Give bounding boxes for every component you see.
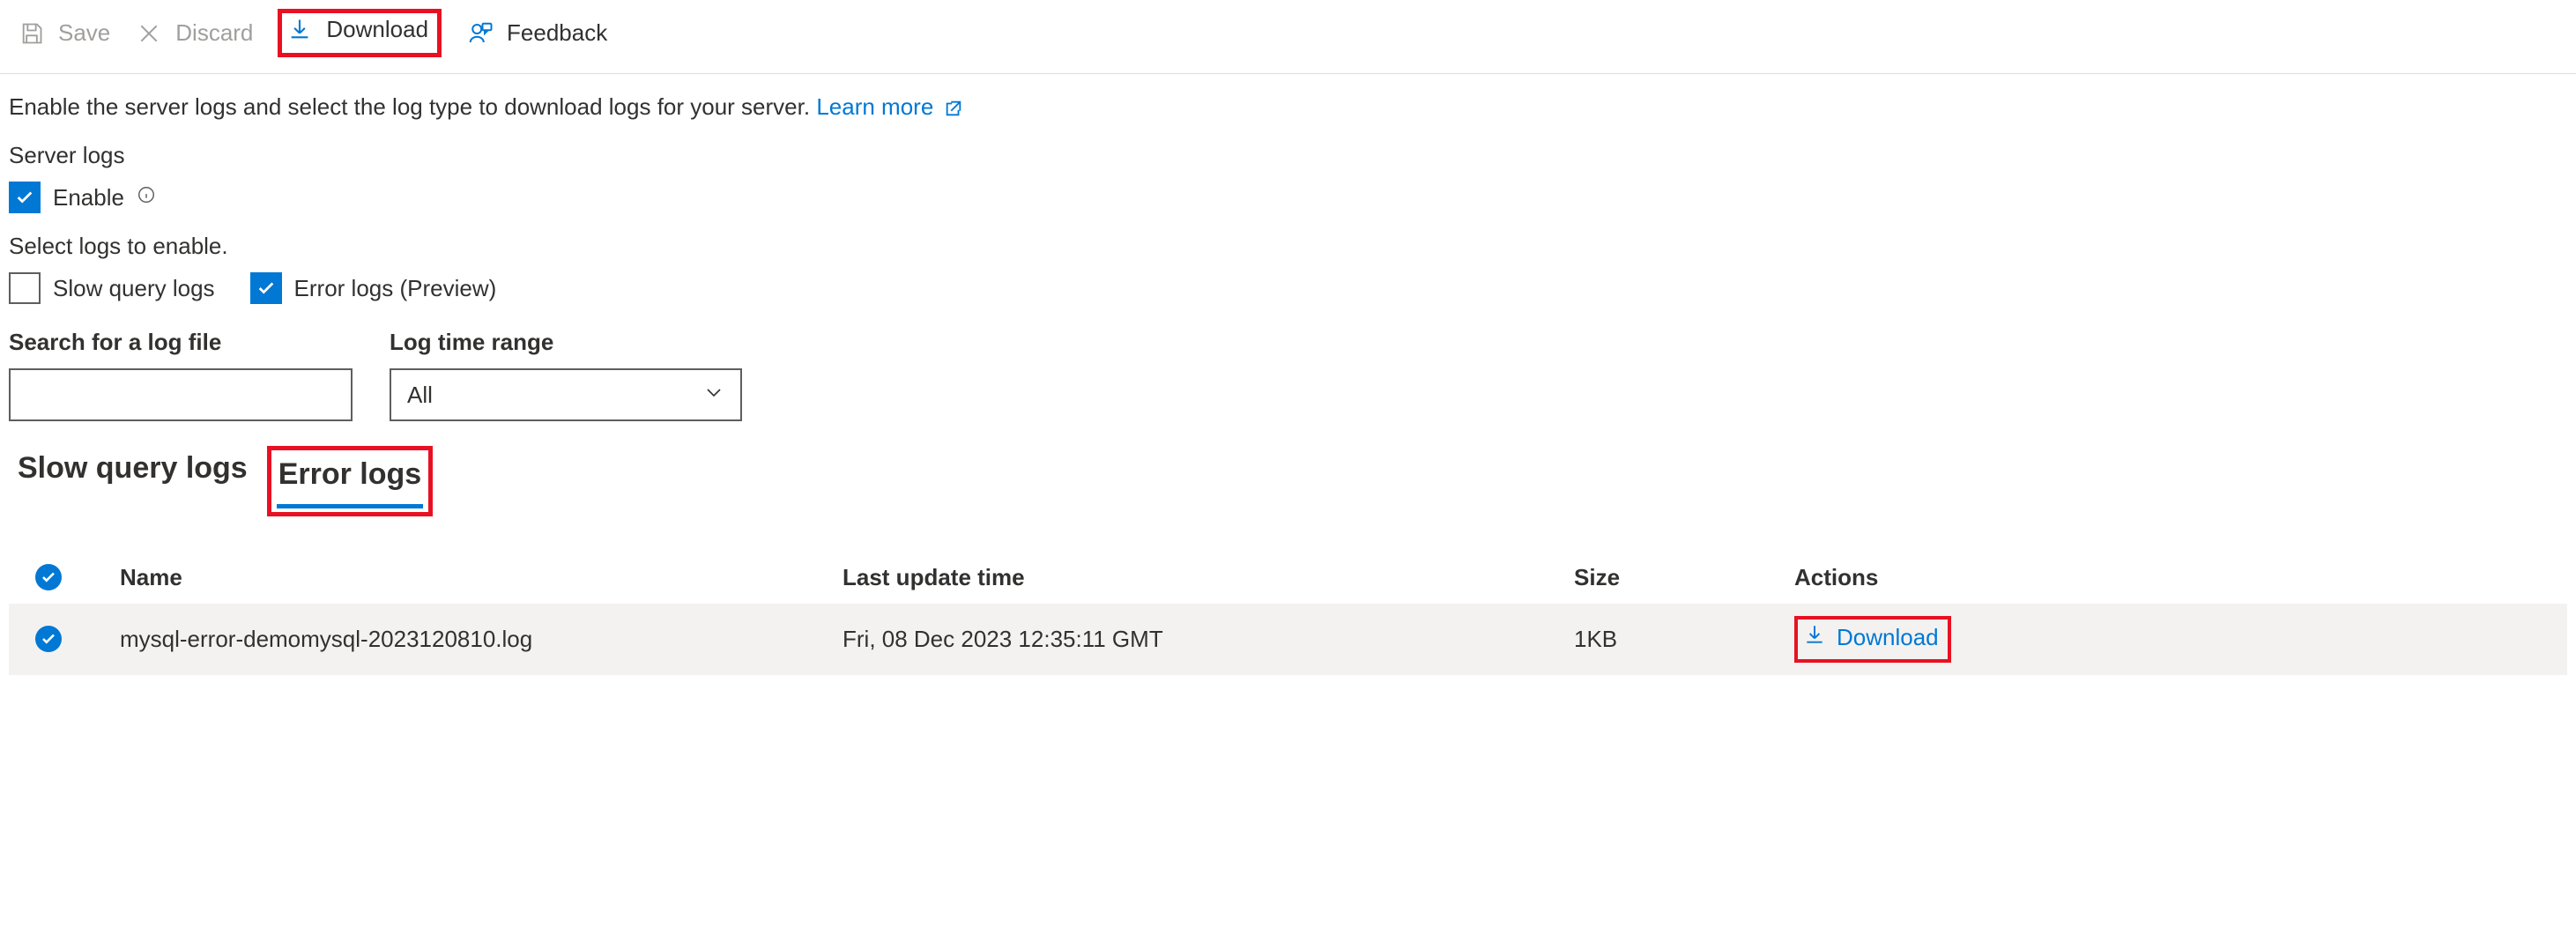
row-download-highlight: Download	[1794, 616, 1951, 663]
slow-query-label: Slow query logs	[53, 275, 215, 302]
tab-error-logs-highlight: Error logs	[267, 446, 433, 516]
feedback-label: Feedback	[507, 19, 607, 47]
enable-label: Enable	[53, 184, 124, 211]
save-icon	[18, 19, 46, 48]
description-text: Enable the server logs and select the lo…	[9, 93, 810, 120]
chevron-down-icon	[703, 382, 724, 409]
discard-button: Discard	[135, 19, 253, 48]
info-icon[interactable]	[137, 185, 156, 210]
col-last-update[interactable]: Last update time	[843, 564, 1574, 591]
error-logs-label: Error logs (Preview)	[294, 275, 497, 302]
save-label: Save	[58, 19, 110, 47]
row-download-button[interactable]: Download	[1803, 623, 1939, 652]
enable-checkbox[interactable]	[9, 182, 41, 213]
time-range-label: Log time range	[390, 329, 742, 356]
close-icon	[135, 19, 163, 48]
col-actions: Actions	[1794, 564, 2129, 591]
search-input[interactable]	[9, 368, 353, 421]
col-name[interactable]: Name	[120, 564, 843, 591]
table-header: Name Last update time Size Actions	[9, 552, 2567, 604]
tab-error-logs[interactable]: Error logs	[277, 452, 423, 508]
save-button: Save	[18, 19, 110, 48]
row-name: mysql-error-demomysql-2023120810.log	[120, 626, 843, 653]
slow-query-checkbox[interactable]	[9, 272, 41, 304]
discard-label: Discard	[175, 19, 253, 47]
time-range-select[interactable]: All	[390, 368, 742, 421]
toolbar: Save Discard Download Feedback	[0, 0, 2576, 74]
tab-slow-query-logs[interactable]: Slow query logs	[16, 446, 249, 498]
download-icon	[1803, 623, 1826, 652]
server-logs-label: Server logs	[9, 142, 2567, 169]
download-icon	[286, 15, 314, 43]
search-label: Search for a log file	[9, 329, 353, 356]
row-select-checkbox[interactable]	[35, 626, 62, 652]
learn-more-text: Learn more	[816, 93, 933, 120]
feedback-icon	[466, 19, 494, 48]
logs-table: Name Last update time Size Actions mysql…	[9, 552, 2567, 675]
row-last-update: Fri, 08 Dec 2023 12:35:11 GMT	[843, 626, 1574, 653]
learn-more-link[interactable]: Learn more	[816, 93, 962, 120]
download-label: Download	[326, 16, 428, 43]
feedback-button[interactable]: Feedback	[466, 19, 607, 48]
description: Enable the server logs and select the lo…	[9, 93, 2567, 121]
time-range-value: All	[407, 382, 433, 409]
download-button[interactable]: Download	[286, 15, 428, 43]
row-size: 1KB	[1574, 626, 1794, 653]
col-size[interactable]: Size	[1574, 564, 1794, 591]
content: Enable the server logs and select the lo…	[0, 74, 2576, 675]
select-all-checkbox[interactable]	[35, 564, 62, 590]
table-row[interactable]: mysql-error-demomysql-2023120810.log Fri…	[9, 604, 2567, 675]
error-logs-checkbox[interactable]	[250, 272, 282, 304]
row-download-label: Download	[1837, 624, 1939, 651]
download-button-highlight: Download	[278, 9, 442, 57]
select-logs-label: Select logs to enable.	[9, 233, 2567, 260]
